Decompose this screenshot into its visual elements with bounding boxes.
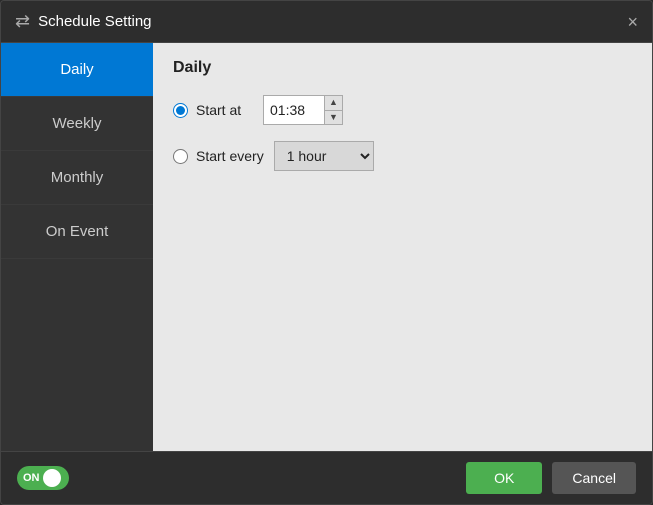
schedule-icon: ⇄ xyxy=(15,11,30,32)
sidebar-item-daily[interactable]: Daily xyxy=(1,43,153,97)
start-at-label[interactable]: Start at xyxy=(173,102,253,118)
title-bar: ⇄ Schedule Setting × xyxy=(1,1,652,43)
ok-button[interactable]: OK xyxy=(466,462,542,494)
start-every-dropdown[interactable]: 1 hour 2 hours 3 hours 6 hours 12 hours xyxy=(274,141,374,171)
options-group: Start at ▲ ▼ Start every xyxy=(173,95,632,171)
footer: ON OK Cancel xyxy=(1,451,652,504)
toggle-container: ON xyxy=(17,466,69,490)
start-every-row: Start every 1 hour 2 hours 3 hours 6 hou… xyxy=(173,141,632,171)
start-at-row: Start at ▲ ▼ xyxy=(173,95,632,125)
start-every-radio[interactable] xyxy=(173,149,188,164)
title-bar-left: ⇄ Schedule Setting xyxy=(15,11,152,32)
spin-buttons: ▲ ▼ xyxy=(324,96,342,124)
sidebar: Daily Weekly Monthly On Event xyxy=(1,43,153,451)
content-area: Daily Start at ▲ ▼ xyxy=(153,43,652,451)
main-content: Daily Weekly Monthly On Event Daily Star… xyxy=(1,43,652,451)
spin-down-button[interactable]: ▼ xyxy=(325,110,342,125)
sidebar-item-weekly[interactable]: Weekly xyxy=(1,97,153,151)
time-input-wrapper: ▲ ▼ xyxy=(263,95,343,125)
sidebar-item-on-event[interactable]: On Event xyxy=(1,205,153,259)
footer-buttons: OK Cancel xyxy=(466,462,636,494)
spin-up-button[interactable]: ▲ xyxy=(325,96,342,110)
time-input[interactable] xyxy=(264,96,324,124)
content-title: Daily xyxy=(173,59,632,77)
start-at-radio[interactable] xyxy=(173,103,188,118)
start-every-label[interactable]: Start every xyxy=(173,148,264,164)
schedule-setting-dialog: ⇄ Schedule Setting × Daily Weekly Monthl… xyxy=(0,0,653,505)
dialog-title: Schedule Setting xyxy=(38,13,151,30)
cancel-button[interactable]: Cancel xyxy=(552,462,636,494)
toggle-slider xyxy=(17,466,69,490)
toggle-knob xyxy=(43,469,61,487)
sidebar-item-monthly[interactable]: Monthly xyxy=(1,151,153,205)
close-button[interactable]: × xyxy=(627,13,638,31)
toggle-switch[interactable]: ON xyxy=(17,466,69,490)
